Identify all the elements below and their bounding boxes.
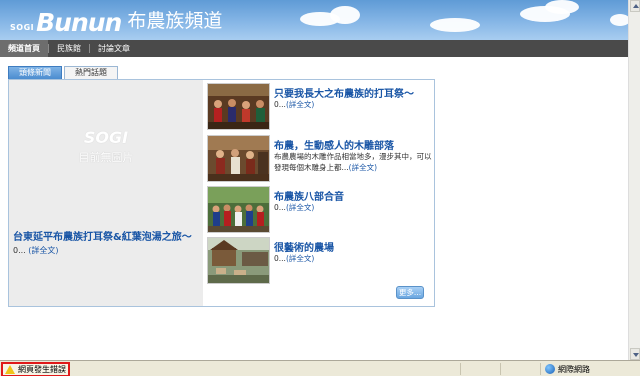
farm-photo-thumbnail[interactable] <box>207 237 270 284</box>
news-item: 只要我長大之布農族的打耳祭～ 0...(詳全文) <box>207 83 433 133</box>
site-title: 布農族頻道 <box>127 10 223 32</box>
featured-desc: 0... (詳全文) <box>13 245 59 256</box>
news-read-more-link[interactable]: (詳全文) <box>286 100 314 109</box>
site-logo[interactable]: SOGI Bunun 布農族頻道 <box>10 6 222 36</box>
more-button[interactable]: 更多... <box>396 286 424 299</box>
news-item: 布農，生動感人的木雕部落 布農農場的木雕作品相當地多，漫步其中，可以發現每個木雕… <box>207 135 433 185</box>
news-title-link[interactable]: 很藝術的農場 <box>274 239 334 254</box>
main-nav: 頻道首頁 民族館 討論文章 <box>0 40 628 57</box>
featured-desc-text: 0... <box>13 246 26 255</box>
news-desc: 0...(詳全文) <box>274 99 432 110</box>
nav-item-home[interactable]: 頻道首頁 <box>0 40 48 57</box>
news-title-link[interactable]: 布農族八部合音 <box>274 188 344 203</box>
news-desc: 0...(詳全文) <box>274 253 432 264</box>
chevron-down-icon <box>633 353 639 357</box>
news-desc: 0...(詳全文) <box>274 202 432 213</box>
placeholder-text: 目前無圖片 <box>78 151 134 164</box>
globe-icon <box>545 364 555 374</box>
browser-status-bar: 網頁發生錯誤 網際網路 <box>0 360 640 376</box>
scroll-down-button[interactable] <box>630 348 640 360</box>
zone-label: 網際網路 <box>558 364 590 374</box>
news-item: 布農族八部合音 0...(詳全文) <box>207 186 433 236</box>
tab-headlines[interactable]: 頭條新聞 <box>8 66 62 79</box>
news-panel: SOGI 目前無圖片 台東延平布農族打耳祭&紅葉泡湯之旅～ 0... (詳全文)… <box>8 79 435 307</box>
news-desc-text: 0... <box>274 100 286 109</box>
news-desc-text: 0... <box>274 254 286 263</box>
warning-icon <box>5 365 15 374</box>
cloud-decoration <box>330 6 360 24</box>
featured-story: SOGI 目前無圖片 台東延平布農族打耳祭&紅葉泡湯之旅～ 0... (詳全文) <box>9 80 203 306</box>
status-divider <box>500 363 501 375</box>
cloud-decoration <box>610 14 628 26</box>
festival-photo-thumbnail[interactable] <box>207 83 270 130</box>
status-divider <box>540 363 541 375</box>
featured-read-more-link[interactable]: (詳全文) <box>28 246 58 255</box>
site-banner: SOGI Bunun 布農族頻道 <box>0 0 628 40</box>
choir-photo-thumbnail[interactable] <box>207 186 270 233</box>
no-image-placeholder: SOGI 目前無圖片 <box>9 128 203 165</box>
news-desc-text: 0... <box>274 203 286 212</box>
logo-bunun-text: Bunun <box>36 8 122 37</box>
nav-item-discussion[interactable]: 討論文章 <box>90 40 138 57</box>
placeholder-logo: SOGI <box>83 128 129 147</box>
news-desc: 布農農場的木雕作品相當地多，漫步其中，可以發現每個木雕身上都...(詳全文) <box>274 151 432 173</box>
woodcarving-photo-thumbnail[interactable] <box>207 135 270 182</box>
logo-sogi-text: SOGI <box>10 23 35 32</box>
news-read-more-link[interactable]: (詳全文) <box>286 203 314 212</box>
nav-item-tribe-hall[interactable]: 民族館 <box>49 40 89 57</box>
featured-title-link[interactable]: 台東延平布農族打耳祭&紅葉泡湯之旅～ <box>13 228 192 243</box>
news-read-more-link[interactable]: (詳全文) <box>286 254 314 263</box>
status-divider <box>460 363 461 375</box>
error-status-text: 網頁發生錯誤 <box>18 365 66 374</box>
cloud-decoration <box>430 18 480 32</box>
vertical-scrollbar[interactable] <box>628 0 640 362</box>
news-item: 很藝術的農場 0...(詳全文) <box>207 237 433 287</box>
news-tabs: 頭條新聞 熱門話題 <box>8 66 120 79</box>
security-zone[interactable]: 網際網路 <box>545 363 590 375</box>
page-error-indicator[interactable]: 網頁發生錯誤 <box>1 362 70 376</box>
tab-hot-topics[interactable]: 熱門話題 <box>64 66 118 79</box>
news-title-link[interactable]: 只要我長大之布農族的打耳祭～ <box>274 85 414 100</box>
news-title-link[interactable]: 布農，生動感人的木雕部落 <box>274 137 394 152</box>
chevron-up-icon <box>633 4 639 8</box>
scroll-up-button[interactable] <box>630 0 640 12</box>
cloud-decoration <box>545 0 579 14</box>
news-read-more-link[interactable]: (詳全文) <box>349 163 377 172</box>
